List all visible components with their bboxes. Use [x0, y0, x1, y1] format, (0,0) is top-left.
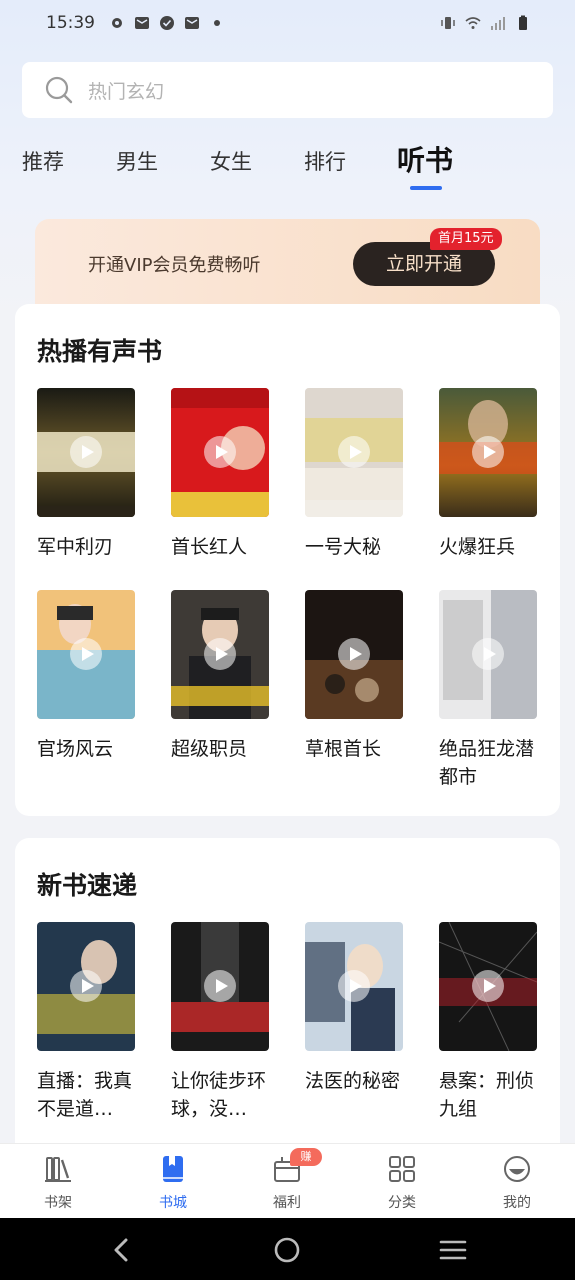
search-placeholder: 热门玄幻 — [88, 80, 165, 103]
dot-icon — [214, 20, 220, 26]
book-title: 让你徒步环球，没… — [171, 1070, 267, 1120]
book-title: 军中利刃 — [37, 536, 114, 558]
book-item[interactable]: 法医的秘密 — [305, 922, 405, 1095]
book-cover — [37, 590, 135, 719]
bookshelf-icon — [45, 1157, 71, 1182]
vip-promo-text: 开通VIP会员免费畅听 — [88, 255, 261, 276]
nav-label: 福利 — [273, 1195, 301, 1211]
message-icon — [135, 17, 149, 29]
book-cover — [171, 590, 269, 719]
book-cover — [171, 922, 269, 1051]
book-title: 法医的秘密 — [305, 1070, 401, 1092]
book-title: 官场风云 — [37, 738, 114, 760]
grid-icon — [389, 1156, 415, 1182]
book-cover — [439, 922, 537, 1051]
book-icon — [163, 1156, 183, 1182]
book-cover — [171, 388, 269, 517]
tab-male[interactable]: 男生 — [116, 142, 158, 182]
nav-category[interactable]: 分类 — [367, 1154, 437, 1212]
book-item[interactable]: 让你徒步环球，没… — [171, 922, 271, 1123]
play-icon — [70, 436, 102, 468]
nav-label: 我的 — [503, 1195, 531, 1211]
system-nav-bar — [0, 1218, 575, 1280]
tab-recommend[interactable]: 推荐 — [22, 142, 64, 182]
nav-label: 书城 — [159, 1195, 187, 1211]
book-title: 直播：我真不是道… — [37, 1070, 133, 1120]
play-icon — [472, 970, 504, 1002]
status-time: 15:39 — [46, 13, 95, 33]
hot-audiobooks-section: 热播有声书 军中利刃 首长红人 一号大秘 火爆狂兵 官场风云 超级职员 草根首长… — [15, 304, 560, 816]
profile-icon — [504, 1156, 530, 1182]
mail-icon — [185, 17, 199, 29]
tab-female[interactable]: 女生 — [210, 142, 252, 182]
play-icon — [338, 970, 370, 1002]
book-title: 一号大秘 — [305, 536, 382, 558]
book-title: 火爆狂兵 — [439, 536, 516, 558]
book-cover — [305, 590, 403, 719]
menu-icon[interactable] — [439, 1236, 467, 1264]
book-title: 草根首长 — [305, 738, 382, 760]
battery-icon — [519, 15, 527, 30]
tab-ranking[interactable]: 排行 — [304, 142, 346, 182]
search-icon — [45, 76, 73, 104]
play-icon — [204, 436, 236, 468]
book-item[interactable]: 火爆狂兵 — [439, 388, 539, 561]
new-books-section: 新书速递 直播：我真不是道… 让你徒步环球，没… 法医的秘密 悬案：刑侦九组 — [15, 838, 560, 1158]
book-cover — [305, 388, 403, 517]
play-icon — [338, 436, 370, 468]
book-title: 绝品狂龙潜都市 — [439, 738, 535, 788]
category-tabs: 推荐 男生 女生 排行 听书 — [0, 142, 575, 192]
book-item[interactable]: 直播：我真不是道… — [37, 922, 137, 1123]
book-cover — [439, 590, 537, 719]
book-title: 首长红人 — [171, 536, 248, 558]
section-title: 热播有声书 — [37, 337, 163, 366]
search-input[interactable]: 热门玄幻 — [22, 62, 553, 118]
nav-welfare[interactable]: 赚钱 福利 — [252, 1148, 322, 1212]
book-cover — [37, 922, 135, 1051]
home-icon[interactable] — [273, 1236, 301, 1264]
book-title: 超级职员 — [171, 738, 248, 760]
play-icon — [70, 970, 102, 1002]
play-icon — [472, 638, 504, 670]
wifi-icon — [465, 17, 481, 29]
play-icon — [70, 638, 102, 670]
book-item[interactable]: 草根首长 — [305, 590, 405, 763]
play-icon — [204, 638, 236, 670]
nav-profile[interactable]: 我的 — [482, 1154, 552, 1212]
book-title: 悬案：刑侦九组 — [439, 1070, 535, 1120]
book-item[interactable]: 首长红人 — [171, 388, 271, 561]
vip-banner[interactable]: 开通VIP会员免费畅听 立即开通 首月15元 — [35, 219, 540, 309]
book-item[interactable]: 绝品狂龙潜都市 — [439, 590, 539, 791]
vip-price-badge: 首月15元 — [430, 228, 502, 250]
nav-label: 书架 — [44, 1195, 72, 1211]
active-tab-indicator — [410, 186, 442, 190]
book-cover — [37, 388, 135, 517]
book-cover — [305, 922, 403, 1051]
play-icon — [204, 970, 236, 1002]
section-title: 新书速递 — [37, 871, 138, 900]
play-icon — [472, 436, 504, 468]
book-item[interactable]: 一号大秘 — [305, 388, 405, 561]
status-bar: 15:39 — [0, 0, 575, 46]
bottom-nav: 书架 书城 赚钱 福利 分类 我的 — [0, 1143, 575, 1218]
vibrate-icon — [441, 17, 455, 29]
tab-audiobook[interactable]: 听书 — [397, 141, 453, 181]
book-item[interactable]: 悬案：刑侦九组 — [439, 922, 539, 1123]
back-icon[interactable] — [108, 1236, 136, 1264]
nav-label: 分类 — [388, 1195, 416, 1211]
check-circle-icon — [160, 16, 174, 30]
earn-badge: 赚钱 — [290, 1148, 322, 1181]
nav-bookstore[interactable]: 书城 — [138, 1154, 208, 1212]
book-cover — [439, 388, 537, 517]
book-item[interactable]: 官场风云 — [37, 590, 137, 763]
book-item[interactable]: 军中利刃 — [37, 388, 137, 561]
signal-icon — [491, 17, 505, 30]
nav-bookshelf[interactable]: 书架 — [23, 1154, 93, 1212]
settings-icon — [112, 18, 122, 28]
play-icon — [338, 638, 370, 670]
book-item[interactable]: 超级职员 — [171, 590, 271, 763]
